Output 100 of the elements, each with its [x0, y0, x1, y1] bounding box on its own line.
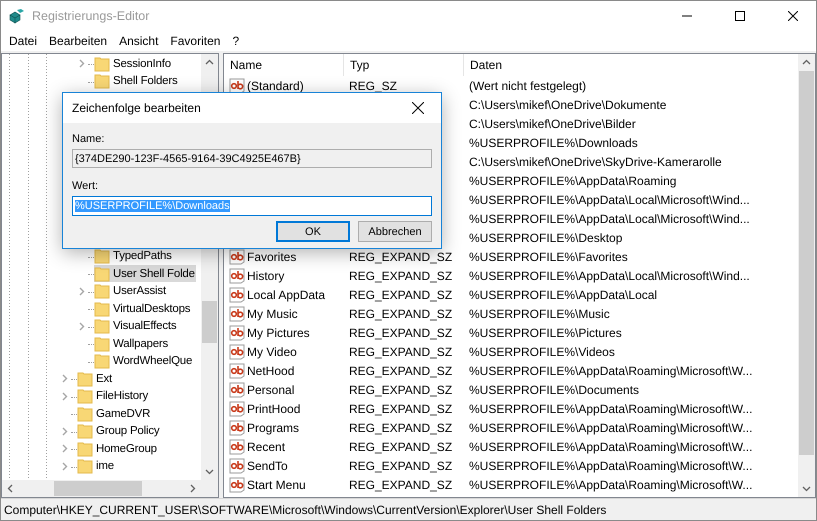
- tree-item[interactable]: WordWheelQue: [94, 352, 194, 370]
- value-type: REG_EXPAND_SZ: [348, 402, 454, 416]
- value-data: %USERPROFILE%\AppData\Roaming\Microsoft\W...: [468, 420, 754, 434]
- maximize-icon[interactable]: [735, 11, 745, 21]
- string-value-icon: [229, 362, 245, 378]
- tree-item[interactable]: ime: [77, 458, 115, 475]
- tree-item[interactable]: GameDVR: [77, 405, 152, 422]
- string-value-icon: [229, 458, 245, 474]
- value-name: My Music: [224, 306, 344, 322]
- value-type: REG_EXPAND_SZ: [348, 326, 454, 340]
- value-data: %USERPROFILE%\AppData\Roaming\Microsoft\W...: [468, 458, 754, 472]
- tree-item[interactable]: Wallpapers: [94, 335, 170, 352]
- chevron-icon[interactable]: [79, 322, 85, 331]
- value-type: REG_EXPAND_SZ: [348, 288, 454, 302]
- tree-item[interactable]: SessionInfo: [94, 55, 172, 72]
- tree-item[interactable]: VirtualDesktops: [94, 300, 192, 318]
- menu-item[interactable]: Favoriten: [164, 34, 226, 48]
- value-data: %USERPROFILE%\AppData\Roaming\Microsoft\W...: [468, 440, 754, 454]
- tree-item[interactable]: FileHistory: [77, 388, 150, 405]
- dialog-button[interactable]: Abbrechen: [358, 221, 432, 242]
- value-data: %USERPROFILE%\Music: [468, 306, 611, 320]
- folder-icon: [94, 73, 110, 90]
- scrollbar-thumb[interactable]: [202, 301, 217, 343]
- name-field[interactable]: {374DE290-123F-4565-9164-39C4925E467B}: [72, 149, 432, 168]
- folder-icon: [94, 283, 110, 300]
- app-icon: [9, 8, 25, 24]
- folder-icon: [94, 248, 110, 264]
- scrollbar-thumb[interactable]: [799, 71, 814, 455]
- string-value-icon: [229, 420, 245, 436]
- string-value-icon: [229, 306, 245, 322]
- string-value-icon: [229, 324, 245, 340]
- value-data: %USERPROFILE%\Downloads: [468, 136, 639, 150]
- menu-item[interactable]: Datei: [3, 34, 44, 48]
- chevron-icon[interactable]: [79, 286, 85, 296]
- folder-icon: [94, 56, 110, 72]
- value-type: REG_EXPAND_SZ: [348, 364, 454, 378]
- value-data: %USERPROFILE%\Documents: [468, 382, 640, 396]
- string-value-icon: [229, 400, 245, 416]
- field-label: Wert:: [72, 179, 100, 194]
- chevron-icon[interactable]: [62, 392, 68, 401]
- folder-icon: [77, 440, 93, 457]
- value-data: %USERPROFILE%\Favorites: [468, 250, 629, 264]
- value-name: Favorites: [224, 248, 344, 264]
- string-value-icon: [229, 438, 245, 454]
- value-data: %USERPROFILE%\AppData\Roaming: [468, 174, 678, 188]
- value-type: REG_EXPAND_SZ: [348, 306, 454, 320]
- vertical-scrollbar[interactable]: [798, 54, 815, 497]
- string-value-icon: [229, 476, 245, 492]
- value-name: Local AppData: [224, 286, 344, 302]
- chevron-icon[interactable]: [62, 426, 68, 436]
- field-label: Name:: [72, 132, 106, 147]
- value-data: C:\Users\mikef\OneDrive\SkyDrive-Kamerarolle: [468, 154, 723, 168]
- window-title: Registrierungs-Editor: [32, 9, 150, 23]
- value-type: REG_EXPAND_SZ: [348, 382, 454, 396]
- chevron-icon[interactable]: [62, 444, 68, 454]
- chevron-icon[interactable]: [79, 59, 85, 68]
- column-header[interactable]: Typ: [344, 54, 464, 76]
- tree-item[interactable]: HomeGroup: [77, 440, 158, 458]
- value-name: PrintHood: [224, 400, 344, 416]
- scrollbar-thumb[interactable]: [54, 481, 142, 496]
- tree-item[interactable]: Shell Folders: [94, 72, 179, 90]
- close-icon[interactable]: [788, 11, 798, 21]
- column-header[interactable]: Name: [224, 54, 344, 76]
- tree-item[interactable]: VisualEffects: [94, 318, 178, 335]
- value-data: %USERPROFILE%\AppData\Local\Microsoft\Wind...: [468, 268, 751, 282]
- value-data: %USERPROFILE%\Videos: [468, 344, 616, 358]
- folder-icon: [77, 388, 93, 404]
- value-type: REG_EXPAND_SZ: [348, 250, 454, 264]
- value-data: %USERPROFILE%\AppData\Roaming\Microsoft\W...: [468, 402, 754, 416]
- menu-item[interactable]: ?: [226, 34, 246, 48]
- menu-item[interactable]: Bearbeiten: [43, 34, 114, 48]
- value-name: Personal: [224, 382, 344, 398]
- folder-icon: [77, 458, 93, 474]
- status-bar: Computer\HKEY_CURRENT_USER\SOFTWARE\Microsoft\Windows\CurrentVersion\Explorer\User Shell Folders: [1, 498, 816, 520]
- value-type: REG_SZ: [348, 78, 398, 92]
- string-value-icon: [229, 248, 245, 264]
- value-name: NetHood: [224, 362, 344, 378]
- menu-item[interactable]: Ansicht: [113, 34, 164, 48]
- folder-icon: [94, 353, 110, 370]
- value-type: REG_EXPAND_SZ: [348, 420, 454, 434]
- value-data: %USERPROFILE%\AppData\Local\Microsoft\Wind...: [468, 212, 751, 226]
- value-data: C:\Users\mikef\OneDrive\Bilder: [468, 116, 637, 130]
- value-name: Recent: [224, 438, 344, 454]
- tree-item[interactable]: UserAssist: [94, 282, 167, 300]
- close-icon[interactable]: [412, 102, 424, 114]
- value-name: SendTo: [224, 458, 344, 474]
- tree-item[interactable]: User Shell Folde: [94, 265, 196, 282]
- horizontal-scrollbar[interactable]: [2, 480, 201, 497]
- chevron-icon[interactable]: [62, 462, 68, 471]
- tree-item[interactable]: Ext: [77, 370, 114, 388]
- value-data: C:\Users\mikef\OneDrive\Dokumente: [468, 98, 668, 112]
- tree-item[interactable]: Group Policy: [77, 422, 160, 440]
- folder-icon: [94, 300, 110, 317]
- tree-item[interactable]: TypedPaths: [94, 248, 173, 265]
- string-value-icon: [229, 286, 245, 302]
- value-data: %USERPROFILE%\Desktop: [468, 230, 624, 244]
- folder-icon: [77, 370, 93, 387]
- dialog-button[interactable]: OK: [276, 221, 350, 242]
- chevron-icon[interactable]: [62, 374, 68, 384]
- folder-icon: [77, 423, 93, 440]
